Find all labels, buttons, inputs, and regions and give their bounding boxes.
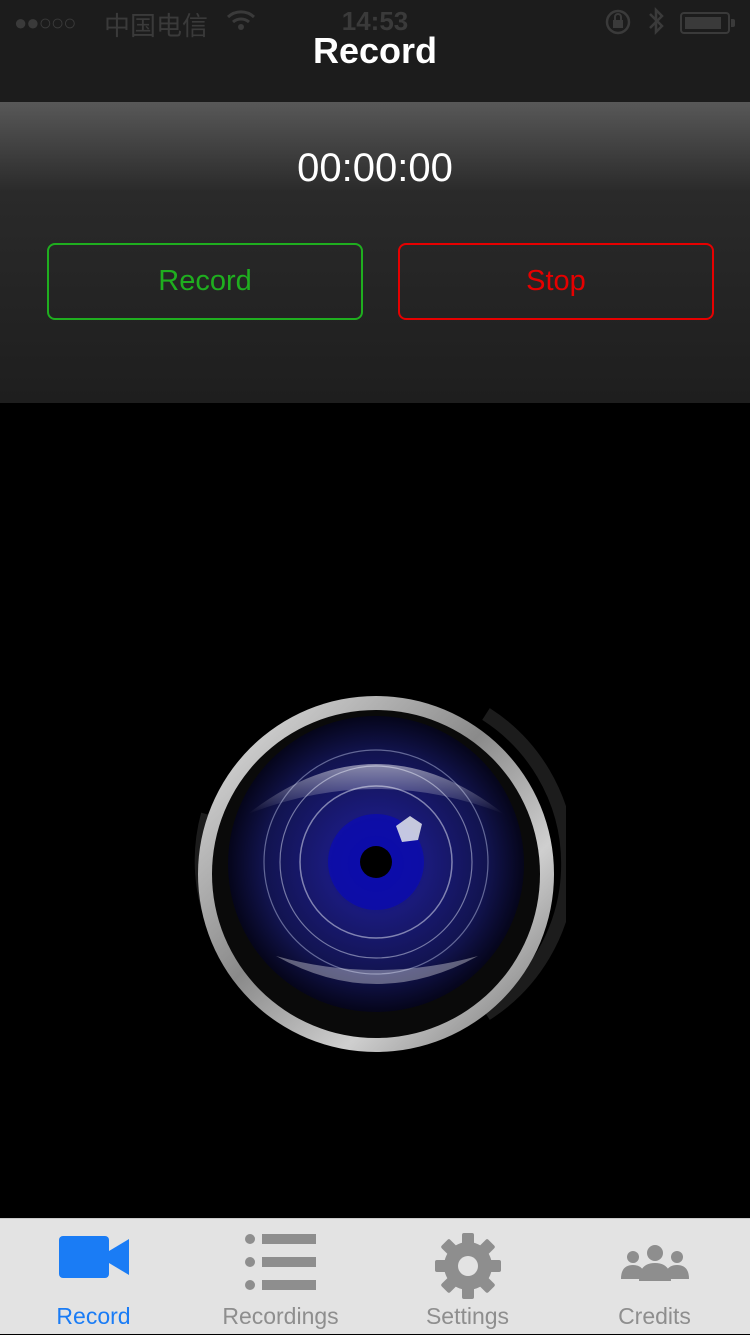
tab-record-label: Record xyxy=(56,1303,131,1329)
tab-record[interactable]: Record xyxy=(0,1219,187,1335)
page-title: Record xyxy=(312,30,438,71)
tab-credits[interactable]: Credits xyxy=(561,1219,748,1335)
tab-settings[interactable]: Settings xyxy=(374,1219,561,1335)
tab-recordings[interactable]: Recordings xyxy=(187,1219,374,1335)
video-camera-icon xyxy=(57,1231,131,1288)
stop-button[interactable]: Stop xyxy=(398,243,714,320)
tab-recordings-label: Recordings xyxy=(222,1303,339,1329)
tab-bar: Record Recordings Settings Credits xyxy=(0,1218,750,1334)
tab-settings-label: Settings xyxy=(425,1303,510,1329)
navigation-bar: ●●○○○ 中国电信 14:53 Record xyxy=(0,0,750,102)
recording-timer: 00:00:00 xyxy=(297,146,453,190)
tab-credits-label: Credits xyxy=(618,1303,691,1329)
recorder-control-panel: 00:00:00 Record Stop xyxy=(0,102,750,403)
camera-lens-image xyxy=(186,694,576,1054)
people-icon xyxy=(619,1243,691,1288)
gear-icon xyxy=(433,1231,503,1306)
list-icon xyxy=(244,1231,318,1298)
record-button[interactable]: Record xyxy=(47,243,363,320)
